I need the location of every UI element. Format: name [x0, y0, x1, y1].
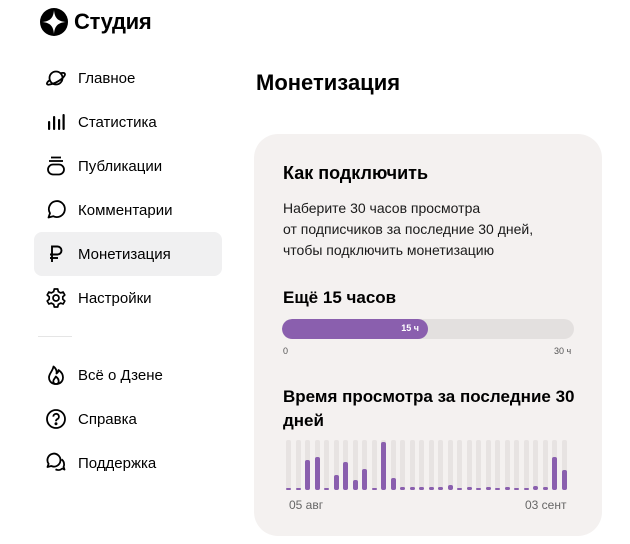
chart-bar[interactable]	[305, 460, 310, 490]
chart-bar[interactable]	[467, 487, 472, 490]
chart-bar[interactable]	[324, 488, 329, 490]
chart-bar[interactable]	[391, 478, 396, 490]
sidebar-nav: Главное Статистика Публикации Комментари…	[34, 56, 222, 485]
stack-icon	[44, 154, 68, 178]
chart-bar[interactable]	[381, 442, 386, 490]
chart-bar[interactable]	[552, 457, 557, 490]
chart-bar-track	[467, 440, 472, 490]
sidebar-item-label: Комментарии	[78, 201, 173, 219]
sidebar-item-publications[interactable]: Публикации	[34, 144, 222, 188]
chart-bar[interactable]	[543, 487, 548, 490]
monetization-card: Как подключить Наберите 30 часов просмот…	[254, 134, 602, 536]
zen-logo-icon	[40, 8, 68, 36]
chart-bar[interactable]	[457, 488, 462, 490]
chart-bar[interactable]	[448, 485, 453, 490]
watch-time-chart	[284, 440, 569, 490]
chart-bar[interactable]	[343, 462, 348, 490]
sidebar-item-monetization[interactable]: Монетизация	[34, 232, 222, 276]
gear-icon	[44, 286, 68, 310]
chart-bar[interactable]	[486, 487, 491, 490]
flame-icon	[44, 363, 68, 387]
chart-bar-track	[533, 440, 538, 490]
chart-bar[interactable]	[505, 487, 510, 490]
progress-min-label: 0	[283, 346, 289, 356]
chart-bar-track	[505, 440, 510, 490]
chart-bar-track	[448, 440, 453, 490]
sidebar-item-statistics[interactable]: Статистика	[34, 100, 222, 144]
comment-icon	[44, 198, 68, 222]
progress-max-label: 30 ч	[554, 346, 572, 356]
card-title: Как подключить	[283, 163, 429, 183]
sidebar-item-comments[interactable]: Комментарии	[34, 188, 222, 232]
chart-bar-track	[495, 440, 500, 490]
studio-logo[interactable]: Студия	[40, 8, 152, 36]
sidebar-item-label: Монетизация	[78, 245, 171, 263]
sidebar-item-settings[interactable]: Настройки	[34, 276, 222, 320]
chart-bar[interactable]	[410, 487, 415, 490]
x-tick-label: 03 сент	[525, 498, 567, 512]
sidebar-item-label: Справка	[78, 410, 137, 428]
chat-bubbles-icon	[44, 451, 68, 475]
chart-bar[interactable]	[419, 487, 424, 490]
chart-bar[interactable]	[334, 475, 339, 490]
chart-bar-track	[429, 440, 434, 490]
x-tick-label: 05 авг	[289, 498, 324, 512]
sidebar-item-about-zen[interactable]: Всё о Дзене	[34, 353, 222, 397]
chart-bar-track	[286, 440, 291, 490]
chart-bar[interactable]	[533, 486, 538, 490]
chart-bar-track	[514, 440, 519, 490]
remaining-hours: Ещё 15 часов	[283, 288, 397, 307]
description-line: от подписчиков за последние 30 дней,	[283, 221, 534, 237]
sidebar-item-main[interactable]: Главное	[34, 56, 222, 100]
chart-bar[interactable]	[353, 480, 358, 490]
sidebar-divider	[38, 336, 72, 337]
chart-bar[interactable]	[514, 488, 519, 490]
chart-bar-track	[486, 440, 491, 490]
chart-bar[interactable]	[372, 488, 377, 490]
sidebar-item-label: Публикации	[78, 157, 163, 175]
sidebar-item-label: Главное	[78, 69, 136, 87]
progress-bar: 15 ч	[282, 319, 574, 339]
ruble-icon	[44, 242, 68, 266]
chart-bar-track	[524, 440, 529, 490]
chart-bar[interactable]	[524, 488, 529, 490]
planet-icon	[44, 66, 68, 90]
chart-bar-track	[324, 440, 329, 490]
chart-bar[interactable]	[315, 457, 320, 490]
chart-bar[interactable]	[476, 488, 481, 490]
help-icon	[44, 407, 68, 431]
card-description: Наберите 30 часов просмотра от подписчик…	[283, 198, 583, 261]
chart-bar-track	[400, 440, 405, 490]
chart-bar-track	[410, 440, 415, 490]
chart-bar[interactable]	[562, 470, 567, 490]
chart-title: Время просмотра за последние 30 дней	[283, 387, 575, 430]
chart-bar[interactable]	[296, 488, 301, 490]
progress-value: 15 ч	[401, 323, 419, 333]
bar-chart-icon	[44, 110, 68, 134]
chart-bar-track	[457, 440, 462, 490]
description-line: чтобы подключить монетизацию	[283, 242, 495, 258]
chart-bar-track	[419, 440, 424, 490]
chart-bar-track	[543, 440, 548, 490]
chart-bar-track	[476, 440, 481, 490]
chart-bar-track	[296, 440, 301, 490]
chart-bar[interactable]	[495, 488, 500, 490]
chart-bar[interactable]	[429, 487, 434, 490]
sidebar-item-help[interactable]: Справка	[34, 397, 222, 441]
chart-bar[interactable]	[400, 487, 405, 490]
description-line: Наберите 30 часов просмотра	[283, 200, 481, 216]
sidebar-item-label: Настройки	[78, 289, 152, 307]
chart-bar[interactable]	[438, 487, 443, 490]
page-title: Монетизация	[256, 70, 401, 95]
sidebar-item-label: Всё о Дзене	[78, 366, 163, 384]
chart-bar-track	[372, 440, 377, 490]
chart-bar[interactable]	[362, 469, 367, 490]
chart-bar-track	[438, 440, 443, 490]
progress-fill: 15 ч	[282, 319, 428, 339]
logo-text: Студия	[74, 9, 152, 34]
sidebar-item-label: Статистика	[78, 113, 157, 131]
sidebar-item-label: Поддержка	[78, 454, 157, 472]
chart-bar[interactable]	[286, 488, 291, 490]
sidebar-item-support[interactable]: Поддержка	[34, 441, 222, 485]
